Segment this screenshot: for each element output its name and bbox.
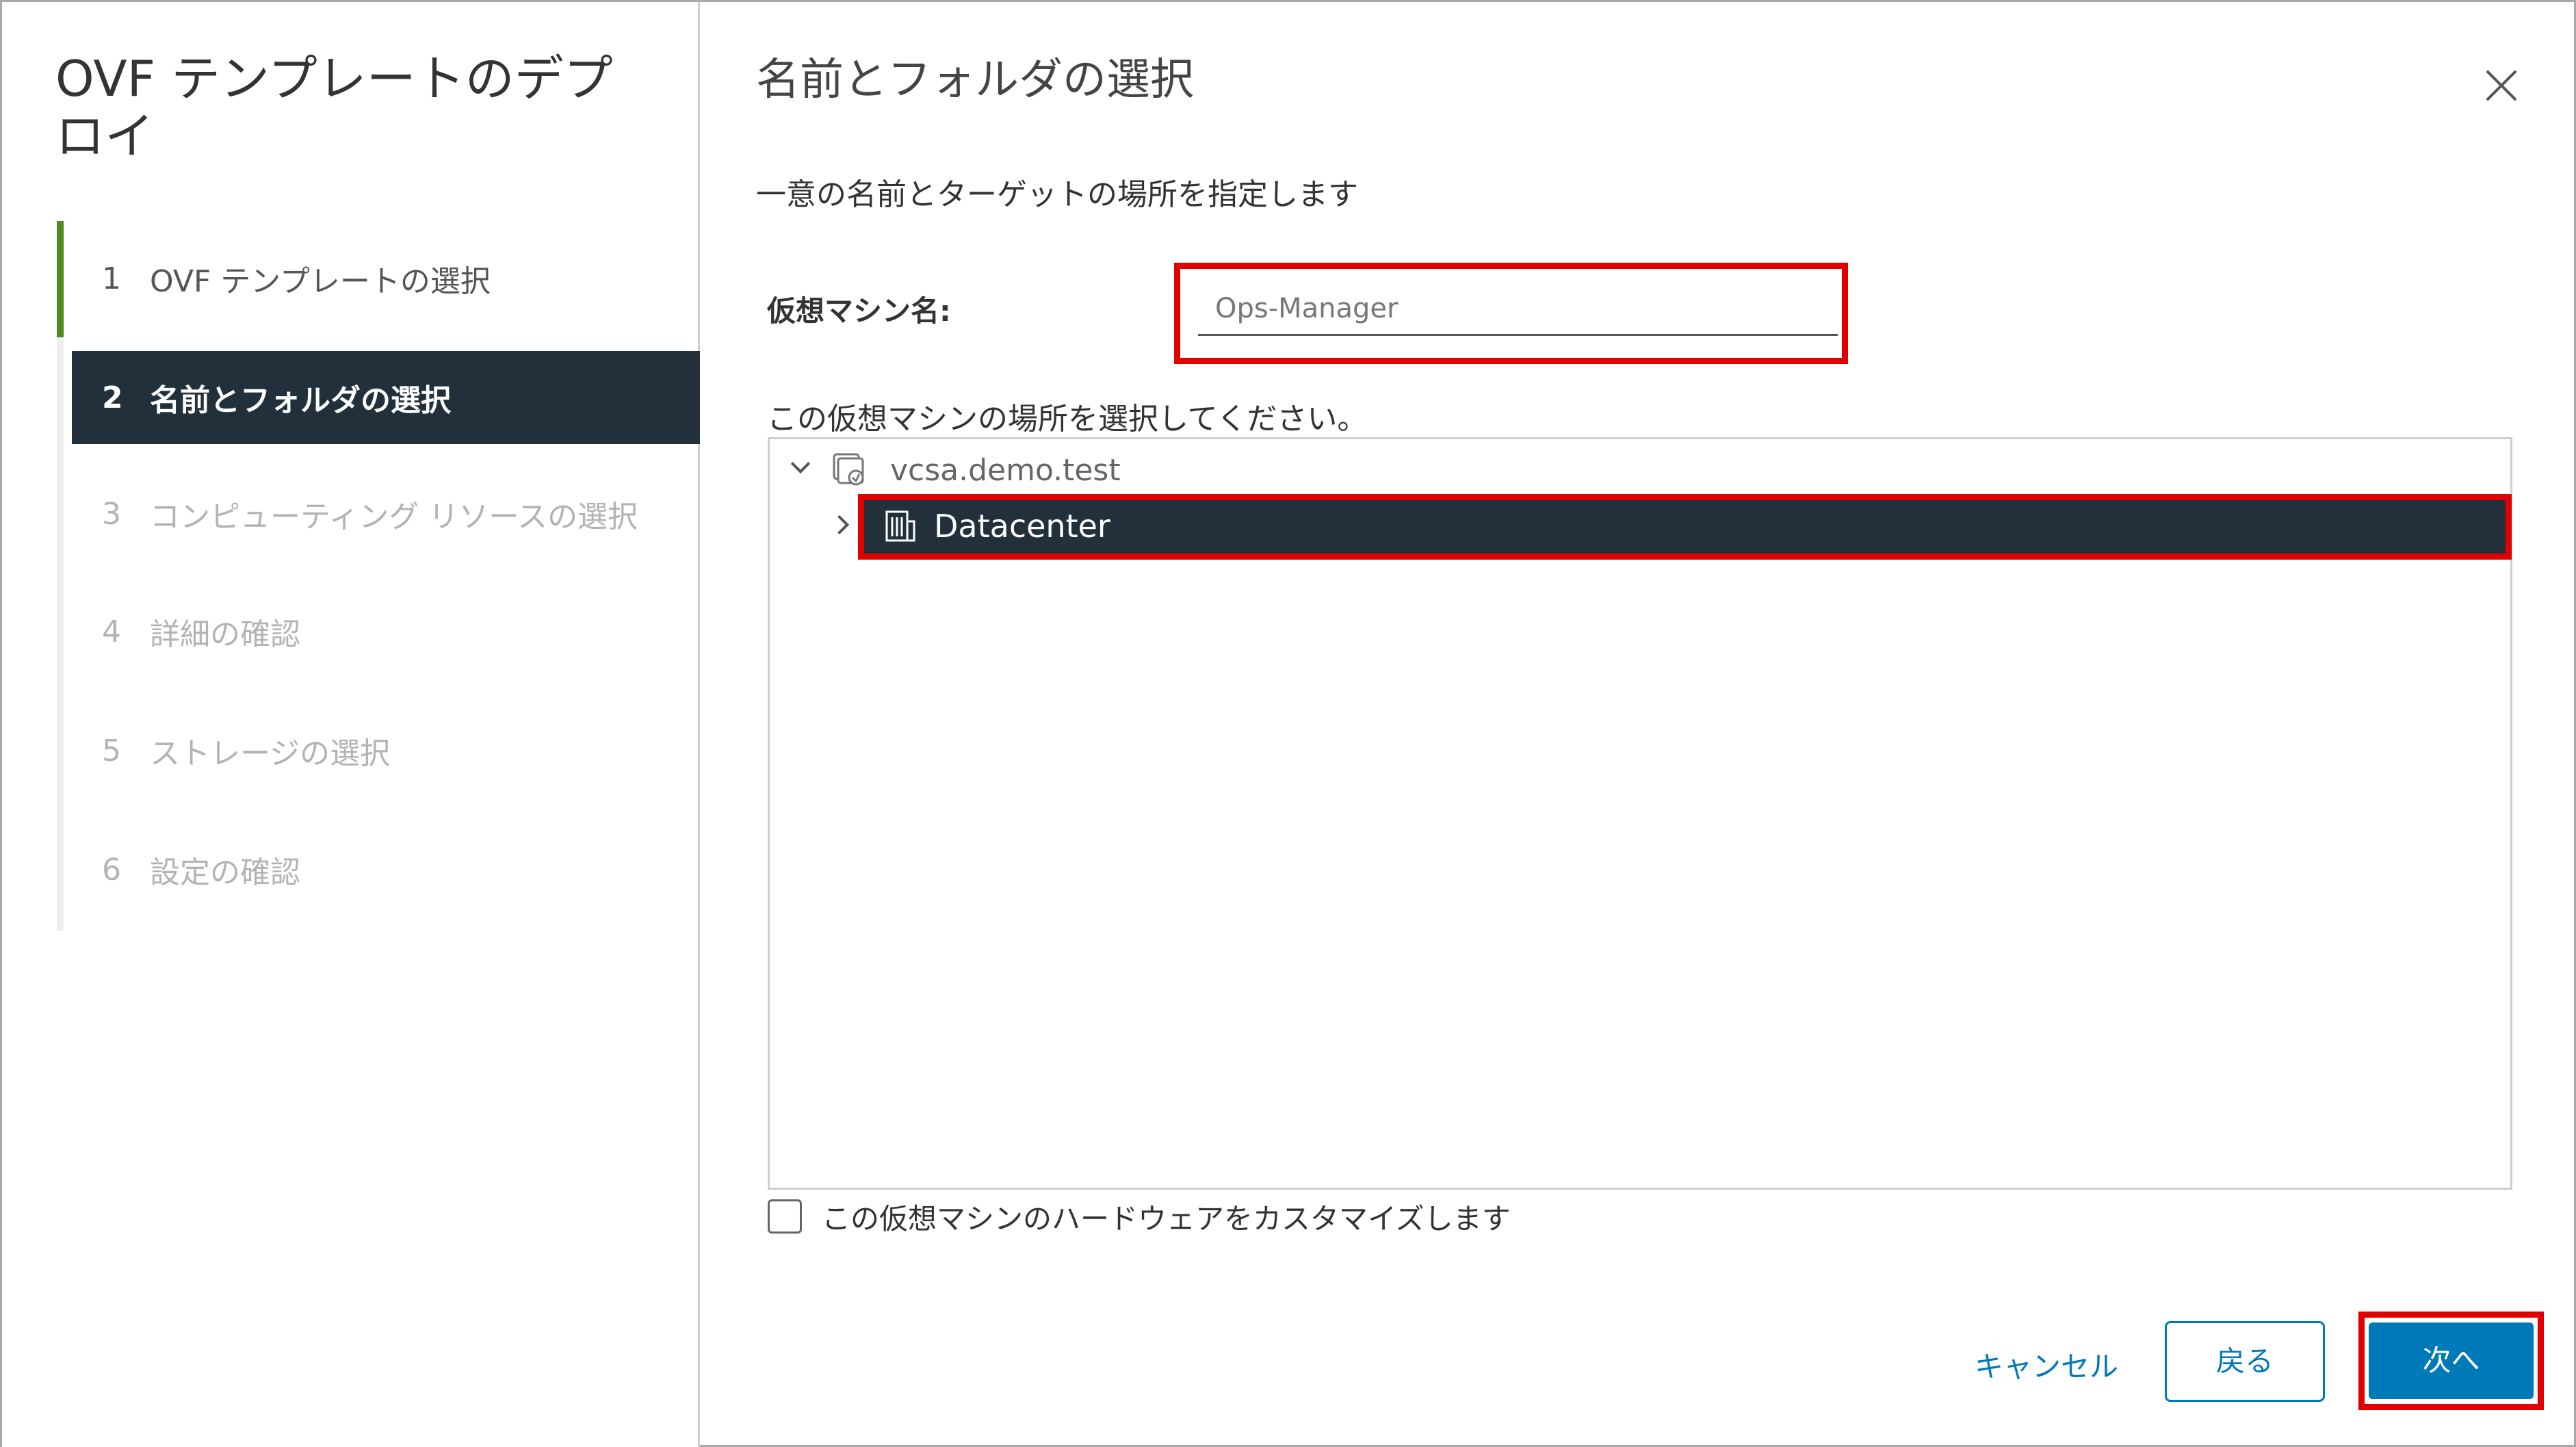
datacenter-icon [885, 510, 915, 542]
chevron-right-icon[interactable] [833, 513, 853, 534]
step-number: 1 [102, 261, 121, 296]
chevron-down-icon[interactable] [790, 457, 811, 478]
tree-node-label: Datacenter [934, 508, 1110, 545]
step-3: 3 コンピューティング リソースの選択 [72, 467, 700, 560]
step-number: 3 [102, 496, 121, 532]
tree-node-label: vcsa.demo.test [890, 453, 1121, 488]
cancel-button[interactable]: キャンセル [1968, 1343, 2125, 1391]
location-label: この仮想マシンの場所を選択してください。 [767, 402, 1368, 436]
step-progress-done [57, 221, 64, 337]
tree-node-vcenter[interactable]: vcsa.demo.test [770, 443, 2512, 498]
step-number: 4 [102, 614, 121, 649]
back-button[interactable]: 戻る [2165, 1321, 2325, 1402]
step-6: 6 設定の確認 [72, 823, 700, 916]
page-subtitle: 一意の名前とターゲットの場所を指定します [756, 177, 1358, 212]
step-label: コンピューティング リソースの選択 [150, 499, 638, 534]
next-button[interactable]: 次へ [2369, 1322, 2534, 1399]
step-4: 4 詳細の確認 [72, 585, 700, 678]
step-label: OVF テンプレートの選択 [150, 264, 491, 299]
step-1[interactable]: 1 OVF テンプレートの選択 [72, 232, 700, 325]
vm-name-label: 仮想マシン名: [767, 294, 951, 328]
step-label: ストレージの選択 [150, 736, 391, 771]
close-icon[interactable] [2481, 65, 2522, 106]
step-number: 2 [102, 380, 123, 415]
step-number: 6 [102, 852, 121, 887]
dialog-frame: OVF テンプレートのデプロイ 1 OVF テンプレートの選択 2 名前とフォル… [0, 0, 2576, 1447]
step-2[interactable]: 2 名前とフォルダの選択 [72, 351, 700, 444]
step-label: 設定の確認 [150, 855, 300, 890]
wizard-sidebar: OVF テンプレートのデプロイ 1 OVF テンプレートの選択 2 名前とフォル… [2, 2, 700, 1447]
wizard-title: OVF テンプレートのデプロイ [55, 50, 613, 165]
wizard-content: 名前とフォルダの選択 一意の名前とターゲットの場所を指定します 仮想マシン名: … [702, 2, 2576, 1447]
vm-name-input[interactable] [1198, 283, 1838, 336]
tree-node-datacenter[interactable]: Datacenter [770, 494, 2512, 560]
customize-hardware-checkbox[interactable] [768, 1199, 802, 1234]
step-5: 5 ストレージの選択 [72, 704, 700, 797]
step-number: 5 [102, 733, 121, 768]
page-title: 名前とフォルダの選択 [756, 55, 1194, 105]
location-tree[interactable]: vcsa.demo.test Datacenter [768, 437, 2512, 1190]
vcenter-icon [833, 453, 864, 486]
step-label: 詳細の確認 [150, 617, 300, 652]
customize-hardware-label[interactable]: この仮想マシンのハードウェアをカスタマイズします [822, 1196, 1511, 1238]
step-label: 名前とフォルダの選択 [150, 383, 451, 418]
